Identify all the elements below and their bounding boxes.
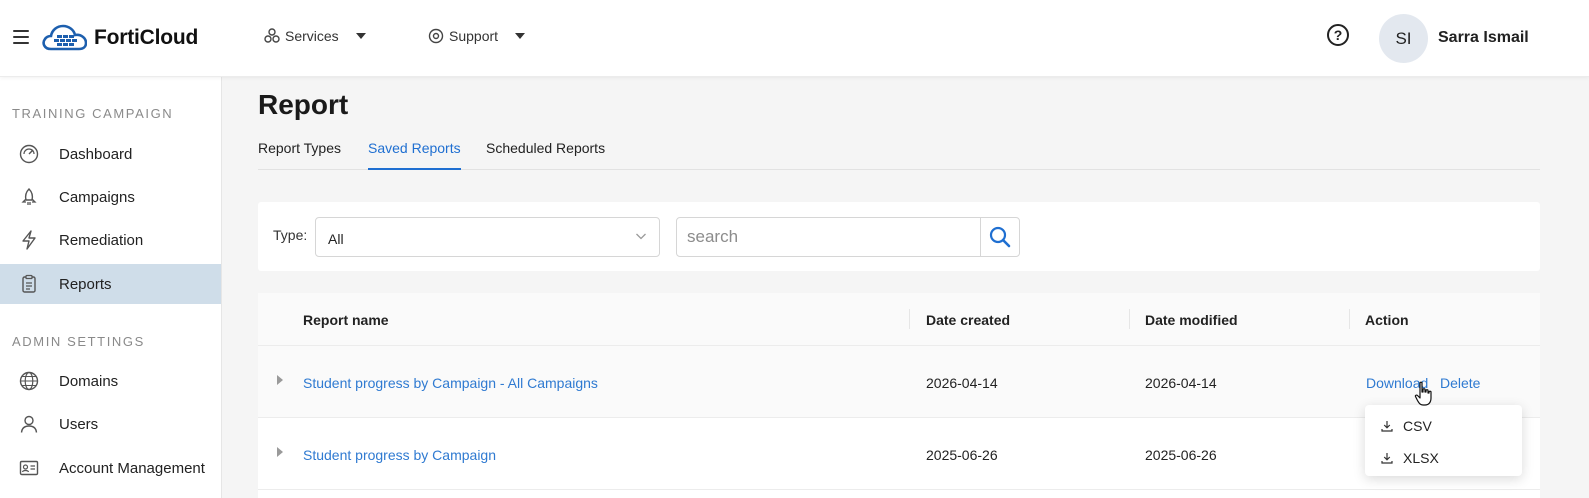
sidebar-item-users[interactable]: Users bbox=[0, 404, 221, 444]
support-icon bbox=[428, 28, 444, 44]
sidebar-item-account-management[interactable]: Account Management bbox=[0, 448, 221, 488]
chevron-down-icon bbox=[636, 233, 646, 240]
sidebar-item-label: Reports bbox=[59, 275, 112, 293]
avatar[interactable]: SI bbox=[1379, 14, 1428, 63]
date-created: 2026-04-14 bbox=[926, 375, 998, 391]
tab-scheduled-reports[interactable]: Scheduled Reports bbox=[486, 140, 605, 170]
user-icon bbox=[20, 415, 38, 433]
sidebar-item-campaigns[interactable]: Campaigns bbox=[0, 177, 221, 217]
type-select[interactable]: All bbox=[315, 217, 660, 257]
download-icon bbox=[1381, 453, 1393, 464]
column-header-date-modified: Date modified bbox=[1145, 312, 1238, 328]
column-divider bbox=[909, 309, 910, 329]
sidebar-item-label: Domains bbox=[59, 372, 119, 390]
support-menu[interactable]: Support bbox=[428, 28, 526, 44]
date-modified: 2025-06-26 bbox=[1145, 447, 1217, 463]
sidebar: TRAINING CAMPAIGN Dashboard Campaigns Re… bbox=[0, 77, 222, 498]
user-name[interactable]: Sarra Ismail bbox=[1438, 29, 1529, 47]
hand-pointer-cursor-icon bbox=[1414, 381, 1432, 406]
filter-bar: Type: All bbox=[258, 202, 1540, 271]
sidebar-item-label: Campaigns bbox=[59, 188, 135, 206]
sidebar-item-domains[interactable]: Domains bbox=[0, 361, 221, 401]
globe-icon bbox=[19, 371, 39, 391]
saved-reports-table: Report name Date created Date modified A… bbox=[258, 293, 1540, 498]
column-header-action: Action bbox=[1365, 312, 1409, 328]
forticloud-logo-icon bbox=[42, 24, 87, 51]
report-name-link[interactable]: Student progress by Campaign bbox=[303, 447, 496, 463]
lightning-icon bbox=[22, 230, 36, 250]
sidebar-item-label: Dashboard bbox=[59, 145, 133, 163]
download-option-label: CSV bbox=[1403, 418, 1432, 434]
section-label-training-campaign: TRAINING CAMPAIGN bbox=[12, 106, 174, 121]
services-label: Services bbox=[285, 28, 339, 44]
date-created: 2025-06-26 bbox=[926, 447, 998, 463]
top-header: FortiCloud Services Support ? SI Sarra I… bbox=[0, 0, 1589, 77]
help-icon[interactable]: ? bbox=[1327, 24, 1349, 46]
gauge-icon bbox=[19, 144, 39, 164]
sidebar-item-reports[interactable]: Reports bbox=[0, 264, 221, 304]
sidebar-item-label: Account Management bbox=[59, 459, 205, 477]
tab-report-types[interactable]: Report Types bbox=[258, 140, 341, 170]
type-label: Type: bbox=[273, 227, 308, 243]
chevron-down-icon bbox=[355, 33, 366, 39]
search-box bbox=[676, 217, 1020, 257]
download-format-menu: CSV XLSX bbox=[1365, 405, 1522, 476]
page-title: Report bbox=[258, 89, 349, 120]
column-header-date-created: Date created bbox=[926, 312, 1011, 328]
search-input[interactable] bbox=[677, 218, 981, 256]
services-icon bbox=[264, 28, 280, 43]
table-header: Report name Date created Date modified A… bbox=[258, 293, 1540, 346]
table-row: Student progress by Campaign 2025-06-26 … bbox=[258, 418, 1540, 490]
hamburger-menu-icon[interactable] bbox=[13, 30, 29, 44]
sidebar-item-label: Users bbox=[59, 415, 99, 433]
delete-link[interactable]: Delete bbox=[1440, 375, 1480, 391]
search-button[interactable] bbox=[980, 218, 1019, 256]
date-modified: 2026-04-14 bbox=[1145, 375, 1217, 391]
sidebar-item-dashboard[interactable]: Dashboard bbox=[0, 134, 221, 174]
sidebar-item-label: Remediation bbox=[59, 231, 144, 249]
id-card-icon bbox=[19, 460, 39, 476]
support-label: Support bbox=[449, 28, 499, 44]
brand-name: FortiCloud bbox=[94, 26, 199, 49]
report-tabs: Report Types Saved Reports Scheduled Rep… bbox=[258, 133, 1540, 170]
section-label-admin-settings: ADMIN SETTINGS bbox=[12, 334, 145, 349]
column-divider bbox=[1349, 309, 1350, 329]
chevron-down-icon bbox=[515, 33, 526, 39]
column-divider bbox=[1129, 309, 1130, 329]
clipboard-icon bbox=[22, 274, 36, 293]
sidebar-item-remediation[interactable]: Remediation bbox=[0, 220, 221, 260]
expand-row-icon[interactable] bbox=[277, 447, 283, 457]
services-menu[interactable]: Services bbox=[264, 28, 366, 44]
tab-saved-reports[interactable]: Saved Reports bbox=[368, 140, 461, 170]
column-header-report-name: Report name bbox=[303, 312, 389, 328]
search-icon bbox=[989, 226, 1011, 248]
download-icon bbox=[1381, 421, 1393, 432]
download-option-label: XLSX bbox=[1403, 450, 1439, 466]
report-name-link[interactable]: Student progress by Campaign - All Campa… bbox=[303, 375, 598, 391]
rocket-icon bbox=[21, 188, 37, 205]
expand-row-icon[interactable] bbox=[277, 375, 283, 385]
type-select-value: All bbox=[328, 231, 344, 247]
download-xlsx-option[interactable]: XLSX bbox=[1381, 450, 1439, 466]
table-row: Student progress by Campaign - All Campa… bbox=[258, 346, 1540, 418]
download-csv-option[interactable]: CSV bbox=[1381, 418, 1432, 434]
